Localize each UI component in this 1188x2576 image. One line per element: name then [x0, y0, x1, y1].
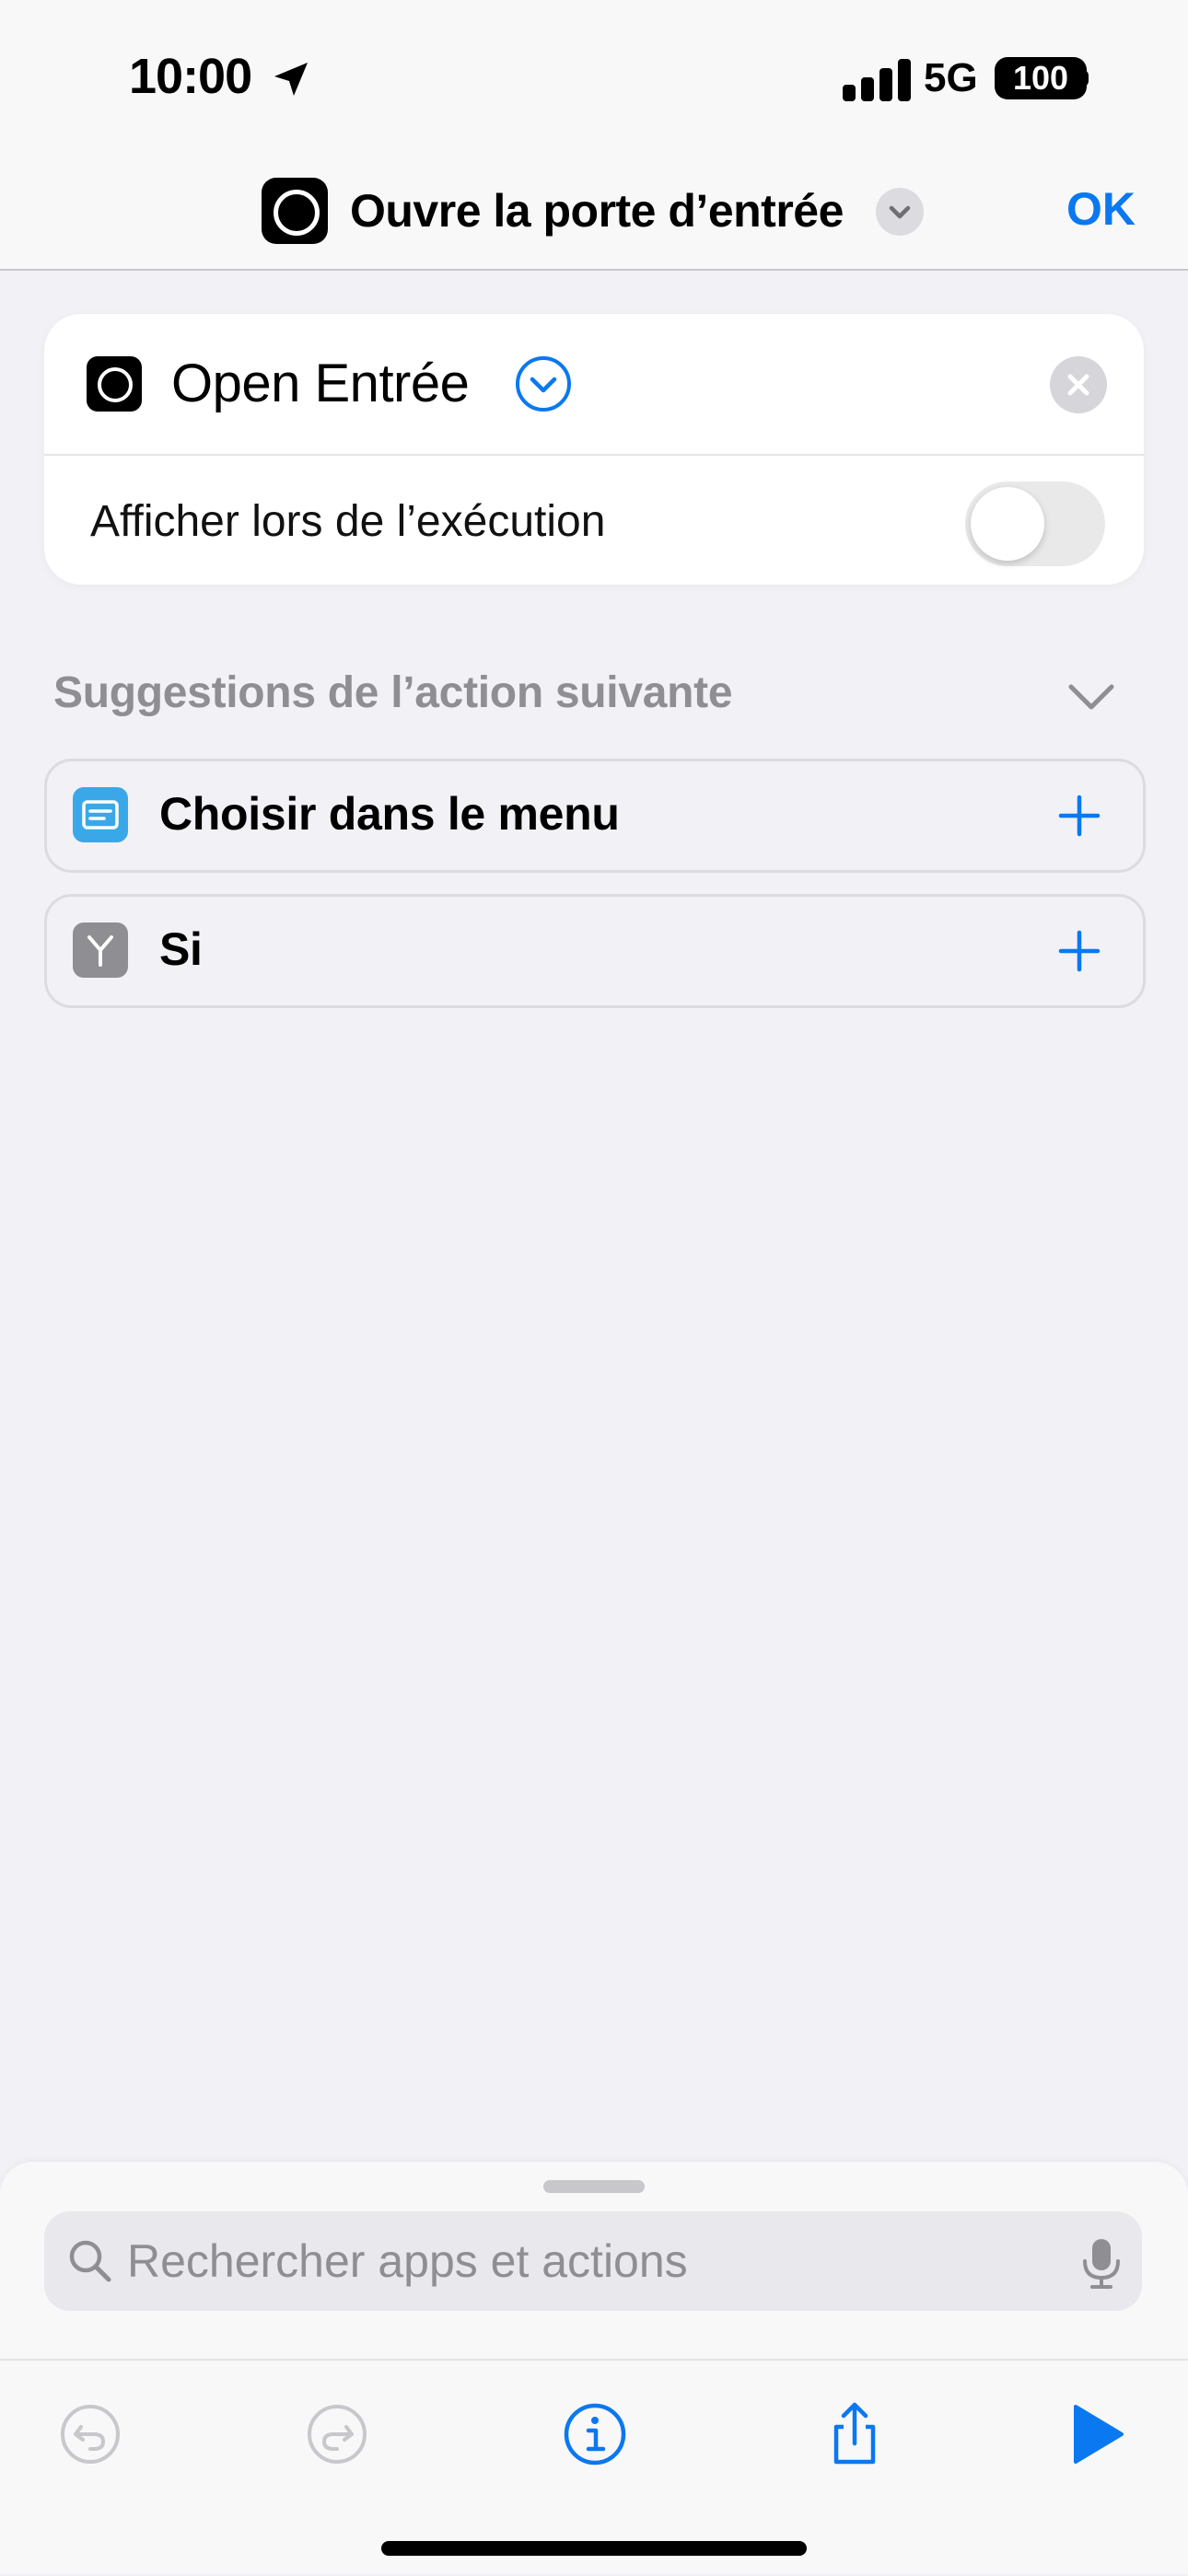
- show-when-run-toggle[interactable]: [965, 482, 1105, 566]
- remove-action-button[interactable]: [1050, 356, 1107, 413]
- search-bar[interactable]: [44, 2211, 1142, 2311]
- show-when-run-label: Afficher lors de l’exécution: [90, 497, 606, 546]
- action-header-row: Open Entrée: [44, 314, 1144, 456]
- search-icon: [69, 2240, 111, 2282]
- play-icon[interactable]: [1059, 2397, 1133, 2471]
- bottom-sheet: [0, 2162, 1188, 2574]
- branch-icon: [73, 922, 128, 978]
- action-app-icon: [87, 356, 142, 412]
- ok-button[interactable]: OK: [1066, 182, 1136, 236]
- shortcut-title[interactable]: Ouvre la porte d’entrée: [350, 184, 844, 238]
- menu-icon: [73, 787, 128, 842]
- battery-tip: [1081, 70, 1089, 87]
- add-icon[interactable]: [1054, 790, 1105, 841]
- suggestions-title: Suggestions de l’action suivante: [53, 668, 733, 717]
- suggestion-label: Si: [159, 923, 203, 975]
- shortcut-icon[interactable]: [262, 178, 328, 244]
- battery-level: 100: [1012, 59, 1069, 97]
- undo-icon[interactable]: [53, 2397, 127, 2471]
- info-icon[interactable]: [558, 2397, 632, 2471]
- branch-glyph: [87, 935, 113, 967]
- sheet-grabber[interactable]: [543, 2180, 645, 2193]
- home-indicator[interactable]: [381, 2541, 807, 2556]
- battery-icon: 100: [995, 57, 1087, 99]
- action-card: Open Entrée Afficher lors de l’exécution: [44, 314, 1144, 585]
- share-icon[interactable]: [818, 2397, 891, 2471]
- microphone-icon[interactable]: [1079, 2235, 1124, 2291]
- close-icon: [1067, 374, 1089, 396]
- collapse-chevron-icon[interactable]: [1064, 678, 1119, 718]
- redo-icon[interactable]: [300, 2397, 374, 2471]
- add-icon[interactable]: [1054, 925, 1105, 977]
- menu-glyph: [82, 800, 119, 830]
- cellular-signal-icon: [843, 59, 911, 101]
- nav-header: Ouvre la porte d’entrée OK: [0, 147, 1188, 271]
- suggestion-label: Choisir dans le menu: [159, 788, 620, 840]
- action-title[interactable]: Open Entrée: [171, 353, 470, 414]
- expand-chevron-icon[interactable]: [514, 354, 573, 413]
- status-bar: 10:00 5G 100: [0, 0, 1188, 147]
- status-time: 10:00: [129, 49, 252, 104]
- chevron-down-icon: [889, 205, 911, 219]
- network-type: 5G: [924, 55, 978, 100]
- show-when-run-row: Afficher lors de l’exécution: [44, 456, 1144, 585]
- toggle-knob: [971, 487, 1044, 561]
- search-input[interactable]: [127, 2234, 1048, 2289]
- title-menu-button[interactable]: [876, 188, 924, 236]
- suggestion-item-if[interactable]: Si: [44, 894, 1146, 1008]
- location-arrow-icon: [274, 63, 308, 96]
- suggestion-item-choose-from-menu[interactable]: Choisir dans le menu: [44, 759, 1146, 873]
